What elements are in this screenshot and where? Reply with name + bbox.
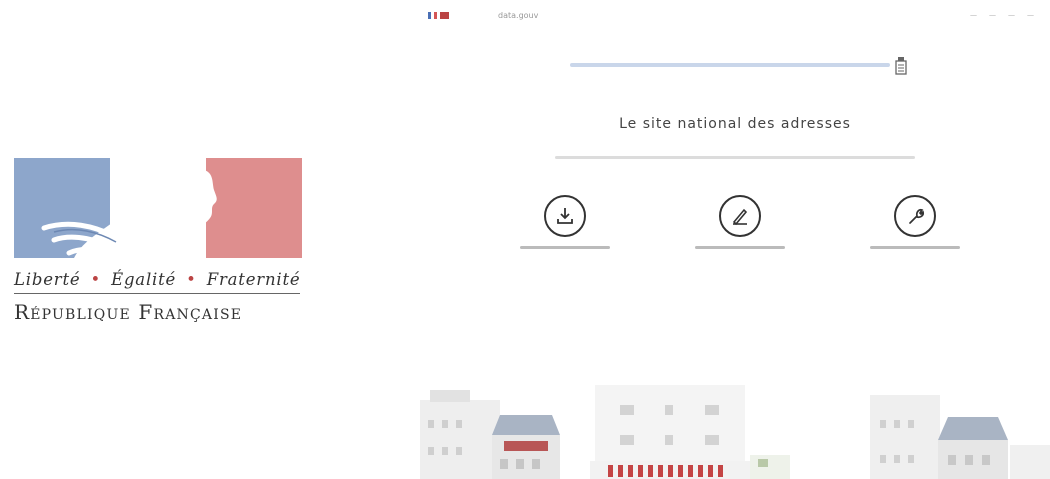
site-preview: data.gouv — — — — Le site national des a… [420, 0, 1050, 479]
motto-fraternite: Fraternité [206, 270, 301, 289]
notice-link[interactable] [570, 62, 910, 70]
wrench-icon [894, 195, 936, 237]
site-title: Le site national des adresses [619, 116, 851, 132]
download-icon [544, 195, 586, 237]
contribute-action[interactable] [675, 195, 805, 252]
nav-item-placeholder[interactable]: — [970, 11, 977, 19]
tools-action[interactable] [850, 195, 980, 252]
motto-separator: • [186, 270, 197, 289]
breadcrumb[interactable]: data.gouv [498, 11, 538, 20]
language-switcher[interactable] [428, 12, 449, 19]
blurred-subtitle-text [555, 156, 915, 159]
tools-action-label [850, 245, 980, 252]
nav-item-placeholder[interactable]: — [1008, 11, 1015, 19]
marianne-flag [14, 158, 302, 258]
download-action[interactable] [500, 195, 630, 252]
republique-francaise-logo: Liberté • Égalité • Fraternité Républiqu… [14, 158, 304, 324]
document-icon[interactable] [895, 57, 907, 75]
motto-egalite: Égalité [111, 270, 177, 289]
action-row [500, 195, 980, 265]
top-navigation: — — — — [970, 11, 1034, 19]
pencil-icon [719, 195, 761, 237]
site-subtitle [420, 154, 1050, 162]
contribute-action-label [675, 245, 805, 252]
top-bar: data.gouv — — — — [428, 11, 1048, 32]
english-flag-icon[interactable] [440, 12, 449, 19]
french-flag-icon[interactable] [428, 12, 437, 19]
nav-item-placeholder[interactable]: — [989, 11, 996, 19]
nav-item-placeholder[interactable]: — [1027, 11, 1034, 19]
logo-divider [14, 293, 300, 294]
republic-name: République Française [14, 300, 243, 324]
motto-liberte: Liberté [14, 270, 81, 289]
town-illustration [420, 385, 1050, 479]
download-action-label [500, 245, 630, 252]
motto-separator: • [90, 270, 102, 289]
marianne-emblem [14, 158, 302, 258]
blurred-notice-text [570, 63, 890, 67]
motto: Liberté • Égalité • Fraternité [14, 270, 304, 289]
